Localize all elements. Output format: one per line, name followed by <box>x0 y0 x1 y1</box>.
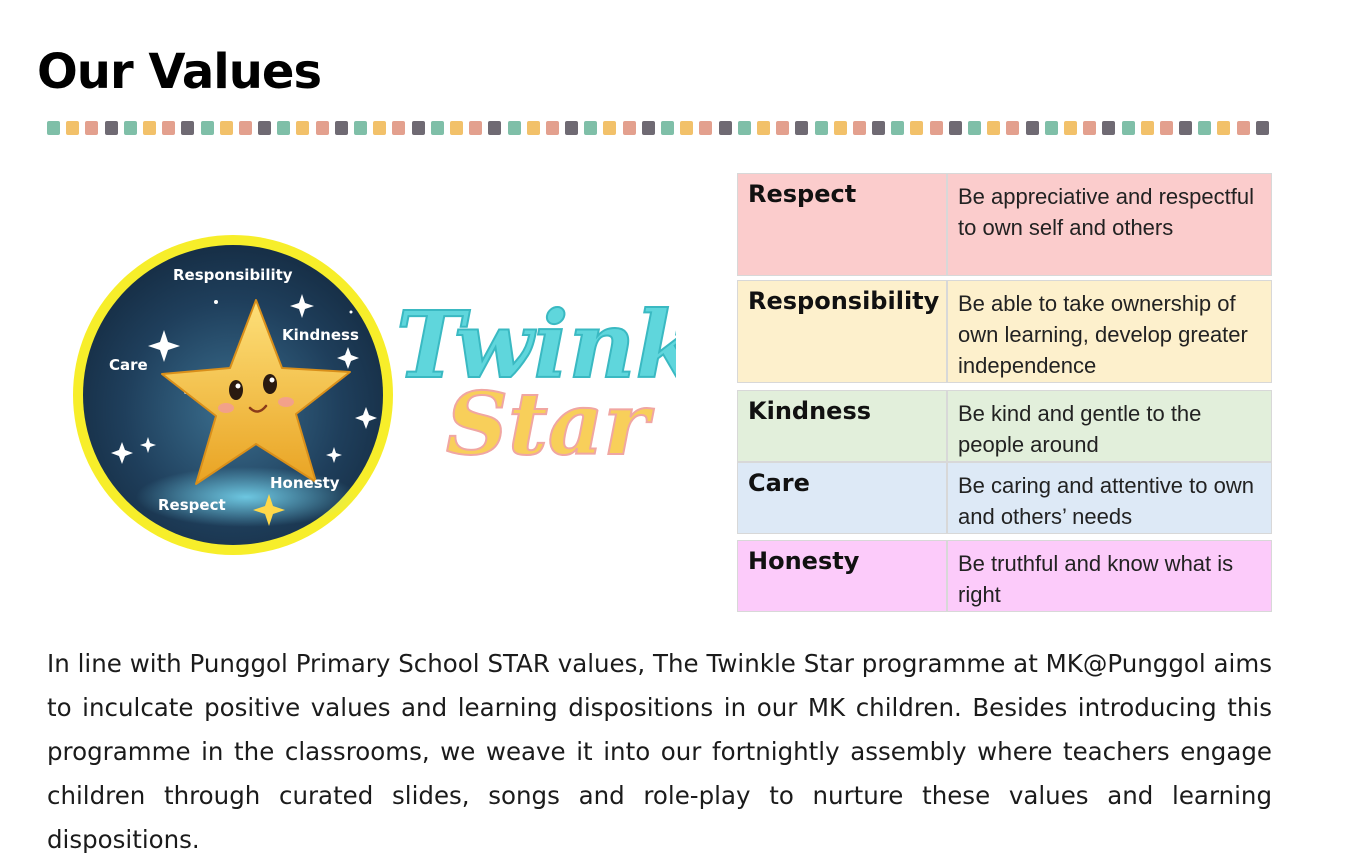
divider-dash <box>776 121 790 135</box>
divider-dash <box>795 121 809 135</box>
divider-dash <box>219 121 233 135</box>
divider-dash <box>814 121 828 135</box>
badge-label-responsibility: Responsibility <box>173 266 293 284</box>
decorative-dashed-divider <box>47 121 1273 135</box>
divider-dash <box>737 121 751 135</box>
divider-dash <box>1179 121 1193 135</box>
value-row-kindness: Kindness Be kind and gentle to the peopl… <box>737 390 1272 462</box>
divider-dash <box>1236 121 1250 135</box>
divider-dash <box>891 121 905 135</box>
divider-dash <box>968 121 981 135</box>
divider-dash <box>1217 121 1231 135</box>
divider-dash <box>123 121 137 135</box>
divider-dash <box>872 121 886 135</box>
divider-dash <box>488 121 502 135</box>
badge-label-kindness: Kindness <box>282 326 359 344</box>
divider-dash <box>680 121 694 135</box>
divider-dash <box>718 121 732 135</box>
divider-dash <box>66 121 80 135</box>
divider-dash <box>1140 121 1154 135</box>
divider-dash <box>1198 121 1212 135</box>
divider-dash <box>469 121 483 135</box>
divider-dash <box>1044 121 1058 135</box>
divider-dash <box>1006 121 1020 135</box>
divider-dash <box>545 121 559 135</box>
value-name: Kindness <box>738 391 948 461</box>
divider-dash <box>411 121 425 135</box>
divider-dash <box>1159 121 1173 135</box>
divider-dash <box>910 121 924 135</box>
divider-dash <box>526 121 540 135</box>
value-description: Be appreciative and respectful to own se… <box>958 184 1254 240</box>
divider-dash <box>756 121 770 135</box>
wordmark-star: Star <box>446 374 655 475</box>
divider-dash <box>47 121 60 135</box>
divider-dash <box>238 121 252 135</box>
divider-dash <box>392 121 406 135</box>
divider-dash <box>1102 121 1116 135</box>
divider-dash <box>104 121 118 135</box>
value-name: Respect <box>738 174 948 275</box>
divider-dash <box>258 121 272 135</box>
divider-dash <box>277 121 291 135</box>
divider-dash <box>622 121 636 135</box>
divider-dash <box>507 121 521 135</box>
value-name: Care <box>738 463 948 533</box>
divider-dash <box>296 121 310 135</box>
divider-dash <box>354 121 367 135</box>
value-name: Honesty <box>738 541 948 611</box>
divider-dash <box>449 121 463 135</box>
page-title: Our Values <box>37 44 322 100</box>
value-row-care: Care Be caring and attentive to own and … <box>737 462 1272 534</box>
value-row-honesty: Honesty Be truthful and know what is rig… <box>737 540 1272 612</box>
divider-dash <box>1083 121 1097 135</box>
value-row-responsibility: Responsibility Be able to take ownership… <box>737 280 1272 383</box>
divider-dash <box>852 121 866 135</box>
badge-label-respect: Respect <box>158 496 226 514</box>
divider-dash <box>85 121 99 135</box>
values-table: Respect Be appreciative and respectful t… <box>737 173 1272 612</box>
divider-dash <box>699 121 713 135</box>
value-description: Be truthful and know what is right <box>958 551 1234 607</box>
divider-dash <box>948 121 962 135</box>
divider-dash <box>661 121 674 135</box>
divider-dash <box>1121 121 1135 135</box>
divider-dash <box>430 121 444 135</box>
divider-dash <box>833 121 847 135</box>
divider-dash <box>315 121 329 135</box>
divider-dash <box>603 121 617 135</box>
value-description: Be caring and attentive to own and other… <box>958 473 1254 529</box>
divider-dash <box>142 121 156 135</box>
value-row-respect: Respect Be appreciative and respectful t… <box>737 173 1272 276</box>
value-name: Responsibility <box>738 281 948 382</box>
badge-label-care: Care <box>109 356 148 374</box>
description-paragraph: In line with Punggol Primary School STAR… <box>47 649 1272 854</box>
value-description: Be able to take ownership of own learnin… <box>958 291 1248 378</box>
value-description: Be kind and gentle to the people around <box>958 401 1202 457</box>
divider-dash <box>162 121 176 135</box>
divider-dash <box>987 121 1001 135</box>
divider-dash <box>641 121 655 135</box>
divider-dash <box>181 121 195 135</box>
divider-dash <box>1063 121 1077 135</box>
badge-label-honesty: Honesty <box>270 474 340 492</box>
twinkle-star-logo: Responsibility Kindness Care Honesty Res… <box>66 232 794 562</box>
divider-dash <box>565 121 579 135</box>
divider-dash <box>584 121 598 135</box>
divider-dash <box>200 121 214 135</box>
divider-dash <box>334 121 348 135</box>
divider-dash <box>373 121 387 135</box>
divider-dash <box>929 121 943 135</box>
divider-dash <box>1025 121 1039 135</box>
divider-dash <box>1255 121 1269 135</box>
